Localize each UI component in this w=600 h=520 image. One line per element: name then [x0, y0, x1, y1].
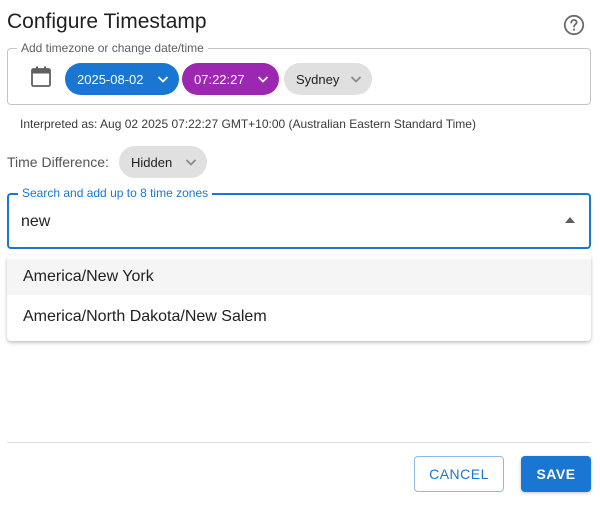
timezone-fieldset: Add timezone or change date/time 2025-08… [7, 41, 591, 105]
save-button[interactable]: SAVE [521, 456, 591, 492]
timezone-chip-label: Sydney [296, 71, 340, 87]
chevron-down-icon [257, 76, 269, 83]
help-icon[interactable] [563, 14, 585, 36]
date-chip[interactable]: 2025-08-02 [65, 63, 179, 95]
chevron-down-icon [157, 76, 169, 83]
timezone-suggestions: America/New York America/North Dakota/Ne… [7, 255, 591, 341]
time-chip-label: 07:22:27 [194, 71, 245, 87]
timezone-chip[interactable]: Sydney [284, 63, 372, 95]
calendar-icon[interactable] [30, 65, 52, 89]
suggestion-option[interactable]: America/North Dakota/New Salem [7, 299, 591, 335]
interpreted-text: Interpreted as: Aug 02 2025 07:22:27 GMT… [20, 117, 476, 131]
time-difference-value: Hidden [131, 154, 173, 170]
timezone-fieldset-legend: Add timezone or change date/time [17, 41, 208, 55]
dialog-title: Configure Timestamp [7, 10, 207, 33]
timezone-search-field: Search and add up to 8 time zones [7, 186, 591, 249]
footer-divider [7, 442, 591, 443]
caret-up-icon[interactable] [565, 217, 575, 223]
timezone-search-input[interactable] [21, 209, 541, 235]
time-difference-label: Time Difference: [7, 154, 109, 170]
suggestion-option[interactable]: America/New York [7, 259, 591, 295]
chevron-down-icon [350, 76, 362, 83]
date-chip-label: 2025-08-02 [77, 71, 144, 87]
time-difference-chip[interactable]: Hidden [119, 146, 207, 178]
chevron-down-icon [185, 159, 197, 166]
search-field-legend: Search and add up to 8 time zones [18, 186, 213, 200]
cancel-button[interactable]: CANCEL [414, 456, 504, 492]
time-chip[interactable]: 07:22:27 [182, 63, 279, 95]
